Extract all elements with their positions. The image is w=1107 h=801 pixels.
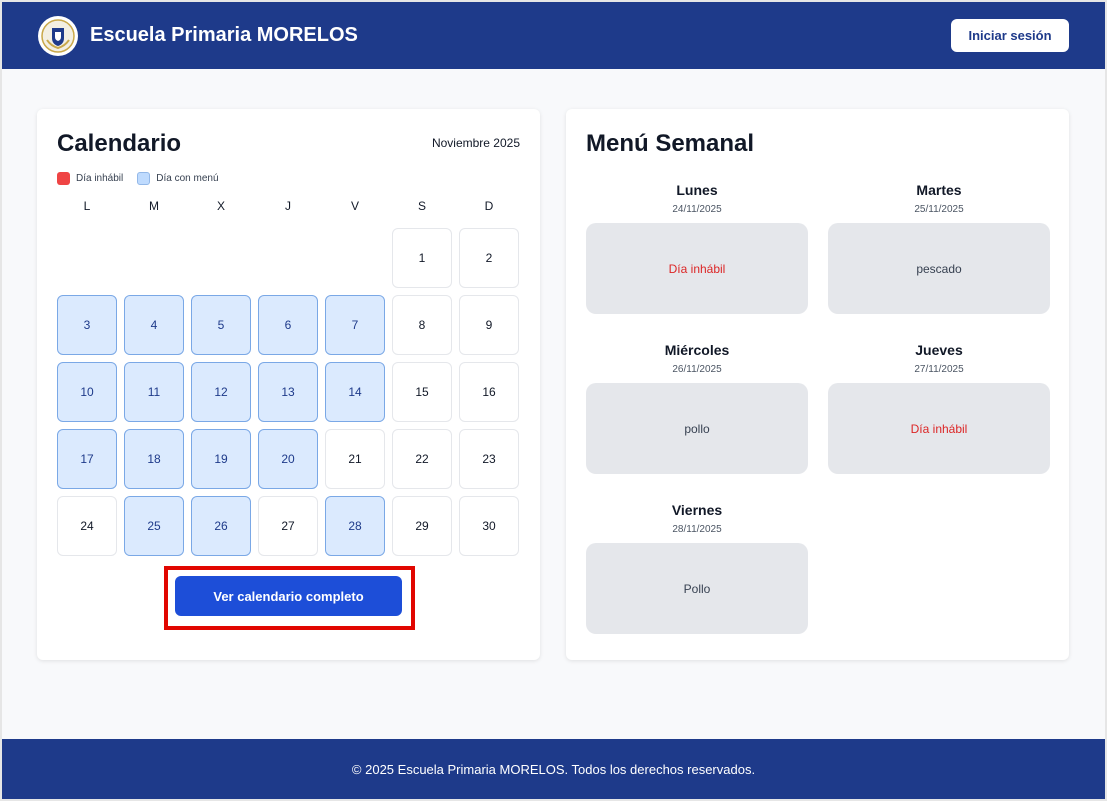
- menu-day-date: 28/11/2025: [672, 524, 722, 535]
- menu-dish[interactable]: Pollo: [586, 543, 808, 634]
- calendar-day[interactable]: 12: [191, 362, 251, 422]
- calendar-day[interactable]: 18: [124, 429, 184, 489]
- calendar-day[interactable]: 11: [124, 362, 184, 422]
- login-button[interactable]: Iniciar sesión: [951, 19, 1069, 52]
- calendar-blank-cell: [57, 228, 117, 288]
- calendar-day[interactable]: 1: [392, 228, 452, 288]
- menu-day: Martes 25/11/2025 pescado: [828, 182, 1050, 314]
- menu-day-name: Lunes: [676, 182, 718, 198]
- calendar-title: Calendario: [57, 130, 182, 157]
- calendar-day[interactable]: 24: [57, 496, 117, 556]
- calendar-day[interactable]: 22: [392, 429, 452, 489]
- calendar-day[interactable]: 19: [191, 429, 251, 489]
- calendar-day[interactable]: 8: [392, 295, 452, 355]
- calendar-day[interactable]: 2: [459, 228, 519, 288]
- menu-swatch: [137, 172, 151, 185]
- school-name[interactable]: Escuela Primaria MORELOS: [90, 24, 358, 47]
- legend-menu-label: Día con menú: [156, 173, 219, 184]
- footer: © 2025 Escuela Primaria MORELOS. Todos l…: [2, 739, 1105, 799]
- weekday-label: S: [417, 199, 426, 213]
- calendar-day[interactable]: 21: [325, 429, 385, 489]
- calendar-day[interactable]: 27: [258, 496, 318, 556]
- calendar-day[interactable]: 5: [191, 295, 251, 355]
- weekday-label: X: [216, 199, 225, 213]
- holiday-swatch: [57, 172, 70, 185]
- menu-dish[interactable]: Día inhábil: [828, 383, 1050, 474]
- calendar-day[interactable]: 20: [258, 429, 318, 489]
- calendar-day[interactable]: 16: [459, 362, 519, 422]
- calendar-blank-cell: [325, 228, 385, 288]
- top-bar: Escuela Primaria MORELOS Iniciar sesión: [2, 2, 1105, 69]
- menu-day-name: Viernes: [671, 502, 723, 518]
- calendar-day[interactable]: 14: [325, 362, 385, 422]
- menu-dish[interactable]: pescado: [828, 223, 1050, 314]
- calendar-day[interactable]: 28: [325, 496, 385, 556]
- menu-day: Miércoles 26/11/2025 pollo: [586, 342, 808, 474]
- menu-day-date: 26/11/2025: [672, 364, 722, 375]
- footer-text: © 2025 Escuela Primaria MORELOS. Todos l…: [351, 761, 756, 777]
- menu-dish[interactable]: pollo: [586, 383, 808, 474]
- menu-dish[interactable]: Día inhábil: [586, 223, 808, 314]
- menu-day-date: 27/11/2025: [914, 364, 964, 375]
- menu-day: Lunes 24/11/2025 Día inhábil: [586, 182, 808, 314]
- weekly-menu-title: Menú Semanal: [586, 130, 755, 157]
- weekday-label: J: [285, 199, 291, 213]
- calendar-blank-cell: [258, 228, 318, 288]
- calendar-day[interactable]: 17: [57, 429, 117, 489]
- weekly-menu-card: Menú Semanal Lunes 24/11/2025 Día inhábil M…: [566, 109, 1069, 660]
- calendar-day[interactable]: 4: [124, 295, 184, 355]
- legend-holiday: Día inhábil: [57, 172, 123, 185]
- menu-day-date: 25/11/2025: [914, 204, 964, 215]
- calendar-day[interactable]: 30: [459, 496, 519, 556]
- legend-holiday-label: Día inhábil: [76, 173, 124, 184]
- month-label: Noviembre 2025: [431, 136, 520, 150]
- menu-day-name: Martes: [916, 182, 962, 198]
- calendar-day[interactable]: 25: [124, 496, 184, 556]
- menu-day-date: 24/11/2025: [672, 204, 722, 215]
- weekday-label: V: [350, 199, 359, 213]
- calendar-day[interactable]: 23: [459, 429, 519, 489]
- calendar-blank-cell: [124, 228, 184, 288]
- calendar-day[interactable]: 6: [258, 295, 318, 355]
- calendar-day[interactable]: 3: [57, 295, 117, 355]
- calendar-day[interactable]: 9: [459, 295, 519, 355]
- calendar-blank-cell: [191, 228, 251, 288]
- calendar-day[interactable]: 13: [258, 362, 318, 422]
- school-crest-icon[interactable]: [38, 16, 78, 56]
- calendar-day[interactable]: 10: [57, 362, 117, 422]
- calendar-legend: Día inhábil Día con menú: [57, 172, 233, 185]
- weekday-header: LMXJVSD: [57, 199, 520, 213]
- calendar-day[interactable]: 29: [392, 496, 452, 556]
- calendar-grid: 1 2 3 4 5 6 7 8 9 10 11 12 13 14 15 16 17 18 19 20 21 22 23 24 2…: [57, 228, 520, 556]
- menu-day: Jueves 27/11/2025 Día inhábil: [828, 342, 1050, 474]
- view-calendar-button[interactable]: Ver calendario completo: [175, 576, 402, 616]
- legend-menu: Día con menú: [137, 172, 219, 185]
- weekday-label: D: [484, 199, 494, 213]
- calendar-day[interactable]: 7: [325, 295, 385, 355]
- menu-day: Viernes 28/11/2025 Pollo: [586, 502, 808, 634]
- weekday-label: L: [83, 199, 91, 213]
- menu-day-name: Miércoles: [664, 342, 730, 358]
- menu-day-name: Jueves: [915, 342, 963, 358]
- calendar-day[interactable]: 15: [392, 362, 452, 422]
- calendar-day[interactable]: 26: [191, 496, 251, 556]
- weekday-label: M: [149, 199, 159, 213]
